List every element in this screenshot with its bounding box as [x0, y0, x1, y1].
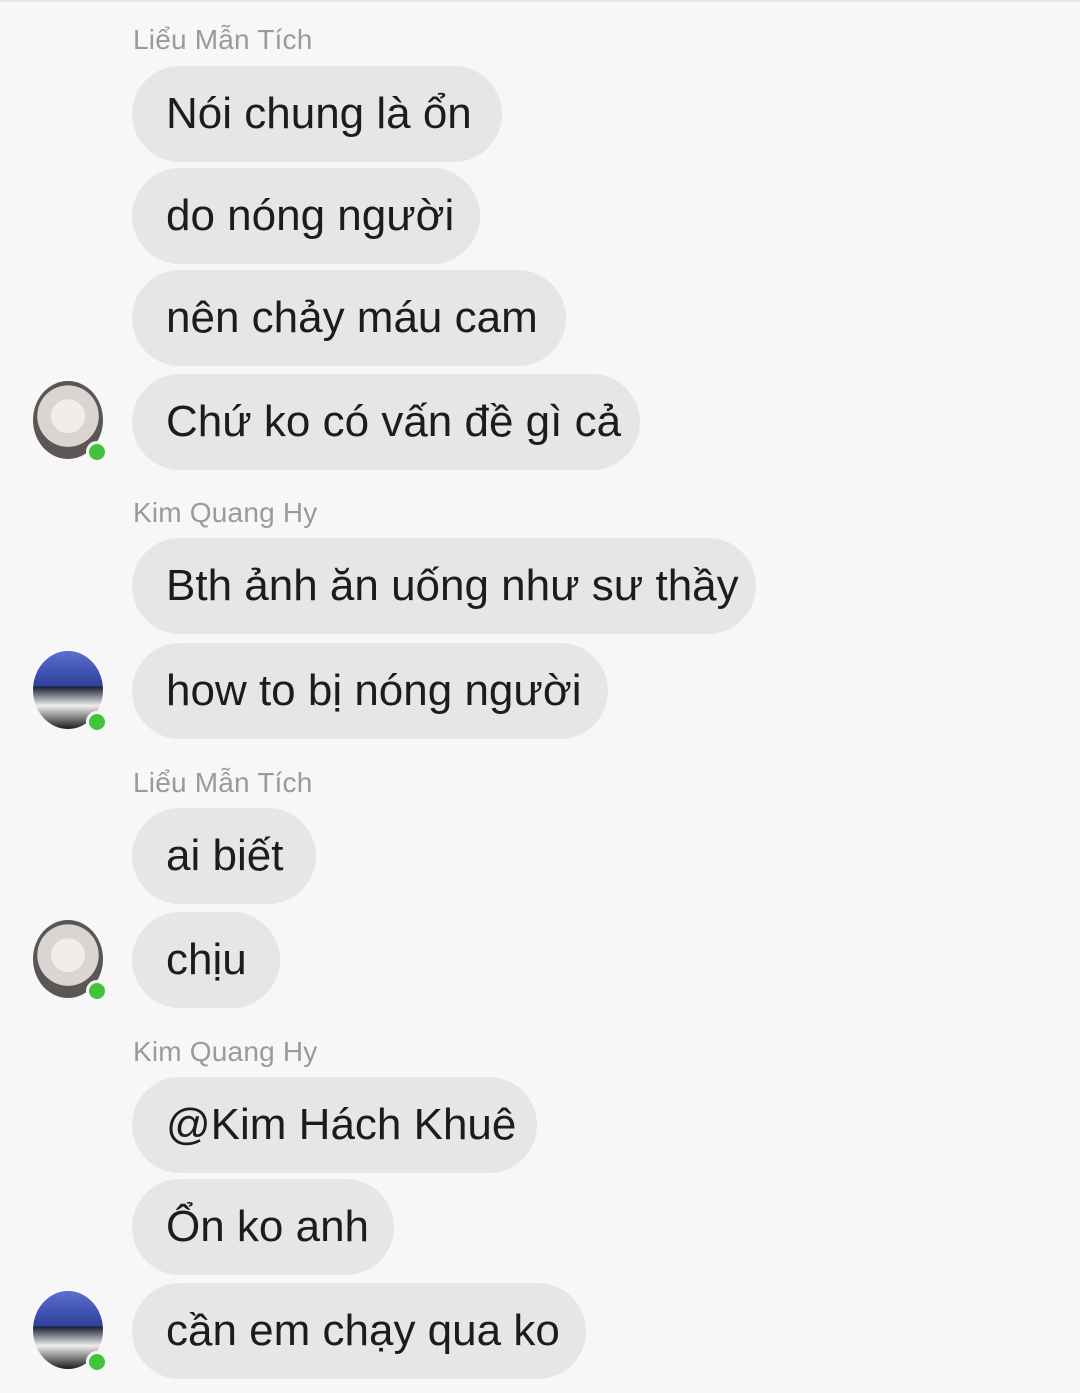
message-bubble[interactable]: Chứ ko có vấn đề gì cả: [132, 374, 640, 470]
online-status-dot: [86, 980, 108, 1002]
online-status-dot: [86, 711, 108, 733]
message-bubble[interactable]: chịu: [132, 912, 280, 1008]
message-bubble[interactable]: Ổn ko anh: [132, 1179, 394, 1275]
sender-name: Kim Quang Hy: [133, 497, 318, 528]
avatar[interactable]: [33, 381, 108, 463]
message-bubble[interactable]: Bth ảnh ăn uống như sư thầy: [132, 538, 756, 634]
message-bubble[interactable]: ai biết: [132, 808, 316, 904]
sender-name: Liểu Mẫn Tích: [133, 767, 313, 798]
message-bubble[interactable]: how to bị nóng người: [132, 643, 608, 739]
avatar[interactable]: [33, 651, 108, 733]
sender-name: Kim Quang Hy: [133, 1036, 318, 1067]
message-bubble[interactable]: @Kim Hách Khuê: [132, 1077, 537, 1173]
message-bubble[interactable]: nên chảy máu cam: [132, 270, 566, 366]
online-status-dot: [86, 1351, 108, 1373]
sender-name: Liểu Mẫn Tích: [133, 24, 313, 55]
message-bubble[interactable]: do nóng người: [132, 168, 480, 264]
message-bubble[interactable]: cần em chạy qua ko: [132, 1283, 586, 1379]
top-divider: [0, 0, 1080, 2]
avatar[interactable]: [33, 920, 108, 1002]
avatar[interactable]: [33, 1291, 108, 1373]
message-bubble[interactable]: Nói chung là ổn: [132, 66, 502, 162]
online-status-dot: [86, 441, 108, 463]
